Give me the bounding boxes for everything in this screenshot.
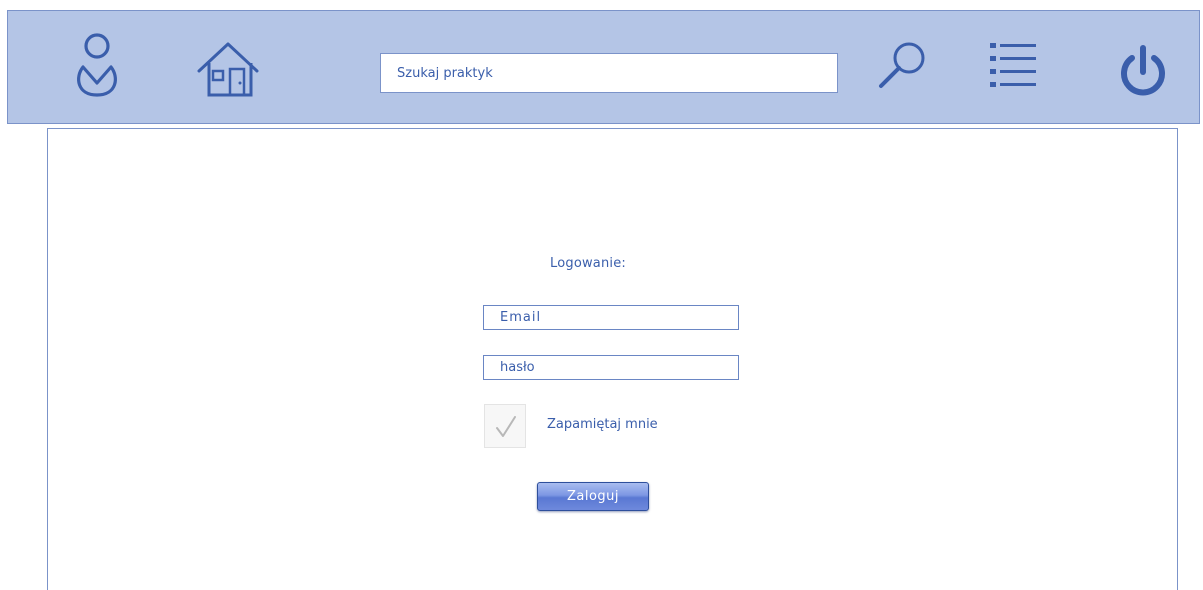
login-button[interactable]: Zaloguj <box>537 482 649 511</box>
home-icon[interactable] <box>193 39 263 99</box>
checkmark-icon <box>496 416 516 437</box>
user-icon[interactable] <box>73 31 121 101</box>
login-title: Logowanie: <box>550 256 627 271</box>
email-field[interactable] <box>483 305 739 330</box>
search-icon[interactable] <box>873 38 931 94</box>
power-icon[interactable] <box>1117 44 1169 98</box>
remember-me-checkbox[interactable] <box>484 404 526 448</box>
list-icon[interactable] <box>984 40 1040 90</box>
page: Logowanie: Zapamiętaj mnie Zaloguj <box>0 0 1203 590</box>
password-field[interactable] <box>483 355 739 380</box>
remember-me-label: Zapamiętaj mnie <box>547 417 658 432</box>
search-input[interactable] <box>380 53 838 93</box>
